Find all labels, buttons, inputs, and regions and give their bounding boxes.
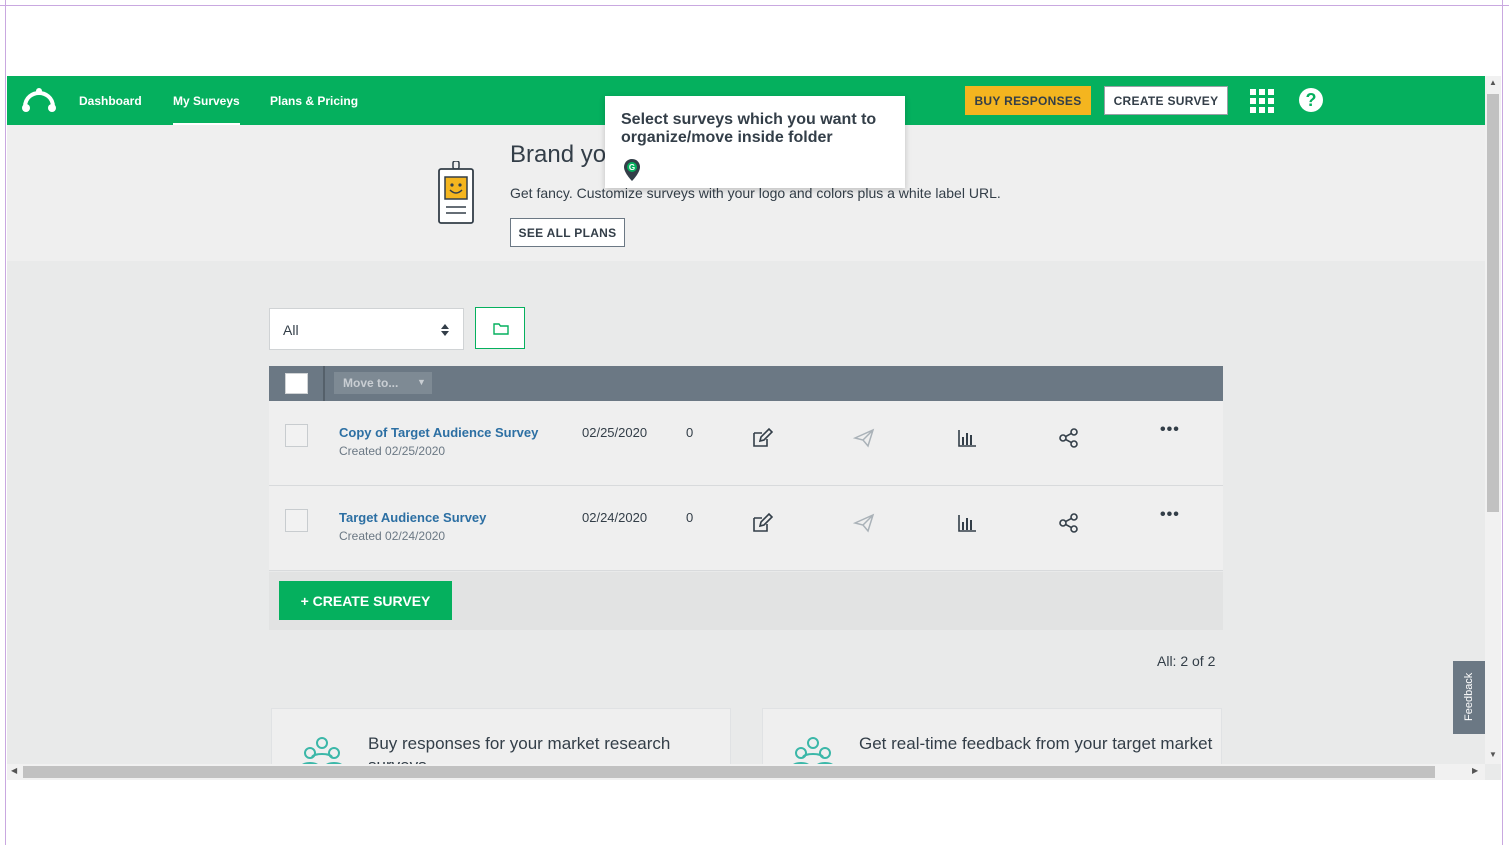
analyze-results-icon[interactable] — [956, 427, 978, 449]
onboarding-tooltip: Select surveys which you want to organiz… — [605, 96, 905, 188]
create-survey-header-button[interactable]: CREATE SURVEY — [1104, 86, 1228, 115]
survey-created-date: Created 02/24/2020 — [339, 529, 446, 543]
horizontal-scrollbar[interactable]: ◀ ▶ — [7, 764, 1485, 780]
window-frame-right — [1502, 0, 1503, 845]
surveymonkey-logo-icon[interactable] — [21, 87, 57, 113]
window-frame-left — [5, 0, 6, 845]
filter-selected-value: All — [283, 322, 299, 338]
move-to-label: Move to... — [343, 376, 399, 390]
more-options-icon[interactable]: ••• — [1160, 421, 1180, 439]
scroll-up-arrow-icon[interactable]: ▲ — [1489, 78, 1497, 87]
survey-filter-select[interactable]: All — [269, 308, 464, 350]
survey-table-header: Move to... ▼ — [269, 366, 1223, 401]
guide-pin-icon[interactable]: G — [623, 158, 641, 182]
card-text: Get real-time feedback from your target … — [859, 734, 1213, 753]
see-all-plans-button[interactable]: SEE ALL PLANS — [510, 218, 625, 247]
id-badge-icon — [438, 161, 474, 224]
survey-modified-date: 02/25/2020 — [582, 425, 648, 440]
survey-count: All: 2 of 2 — [1157, 653, 1216, 669]
nav-my-surveys[interactable]: My Surveys — [173, 94, 240, 126]
survey-title-link[interactable]: Copy of Target Audience Survey — [339, 425, 538, 440]
vertical-scrollbar[interactable]: ▲ ▼ — [1485, 76, 1501, 764]
folder-icon — [493, 323, 509, 335]
header-divider — [323, 366, 325, 401]
tooltip-text: Select surveys which you want to organiz… — [621, 111, 877, 146]
browser-viewport: Dashboard My Surveys Plans & Pricing BUY… — [7, 76, 1501, 780]
svg-text:G: G — [629, 163, 635, 172]
table-row: Copy of Target Audience Survey Created 0… — [269, 401, 1223, 486]
create-survey-button[interactable]: + CREATE SURVEY — [279, 581, 452, 620]
sort-arrows-icon — [441, 324, 449, 336]
feedback-label: Feedback — [1463, 672, 1475, 721]
buy-responses-button[interactable]: BUY RESPONSES — [965, 86, 1091, 115]
share-icon[interactable] — [1058, 512, 1080, 534]
scroll-right-arrow-icon[interactable]: ▶ — [1472, 766, 1478, 775]
send-icon[interactable] — [853, 512, 875, 534]
send-icon[interactable] — [853, 427, 875, 449]
survey-response-count: 0 — [686, 425, 694, 440]
nav-plans-pricing[interactable]: Plans & Pricing — [270, 94, 358, 108]
caret-down-icon: ▼ — [417, 377, 426, 387]
share-icon[interactable] — [1058, 427, 1080, 449]
scroll-left-arrow-icon[interactable]: ◀ — [11, 766, 17, 775]
survey-created-date: Created 02/25/2020 — [339, 444, 446, 458]
scroll-down-arrow-icon[interactable]: ▼ — [1489, 750, 1497, 759]
horizontal-scroll-thumb[interactable] — [23, 766, 1435, 778]
window-frame-top — [0, 5, 1509, 6]
edit-icon[interactable] — [751, 512, 773, 534]
move-to-dropdown[interactable]: Move to... ▼ — [334, 372, 432, 394]
help-icon[interactable]: ? — [1299, 88, 1323, 112]
more-options-icon[interactable]: ••• — [1160, 506, 1180, 524]
analyze-results-icon[interactable] — [956, 512, 978, 534]
nav-dashboard[interactable]: Dashboard — [79, 94, 142, 108]
table-row: Target Audience Survey Created 02/24/202… — [269, 486, 1223, 571]
survey-response-count: 0 — [686, 510, 694, 525]
edit-icon[interactable] — [751, 427, 773, 449]
survey-title-link[interactable]: Target Audience Survey — [339, 510, 486, 525]
folder-button[interactable] — [475, 307, 525, 349]
select-all-checkbox[interactable] — [285, 373, 308, 394]
apps-grid-icon[interactable] — [1250, 89, 1274, 113]
feedback-tab[interactable]: Feedback — [1453, 661, 1485, 734]
row-checkbox[interactable] — [285, 424, 308, 447]
survey-modified-date: 02/24/2020 — [582, 510, 648, 525]
table-footer: + CREATE SURVEY — [269, 572, 1223, 630]
vertical-scroll-thumb[interactable] — [1487, 94, 1499, 512]
row-checkbox[interactable] — [285, 509, 308, 532]
